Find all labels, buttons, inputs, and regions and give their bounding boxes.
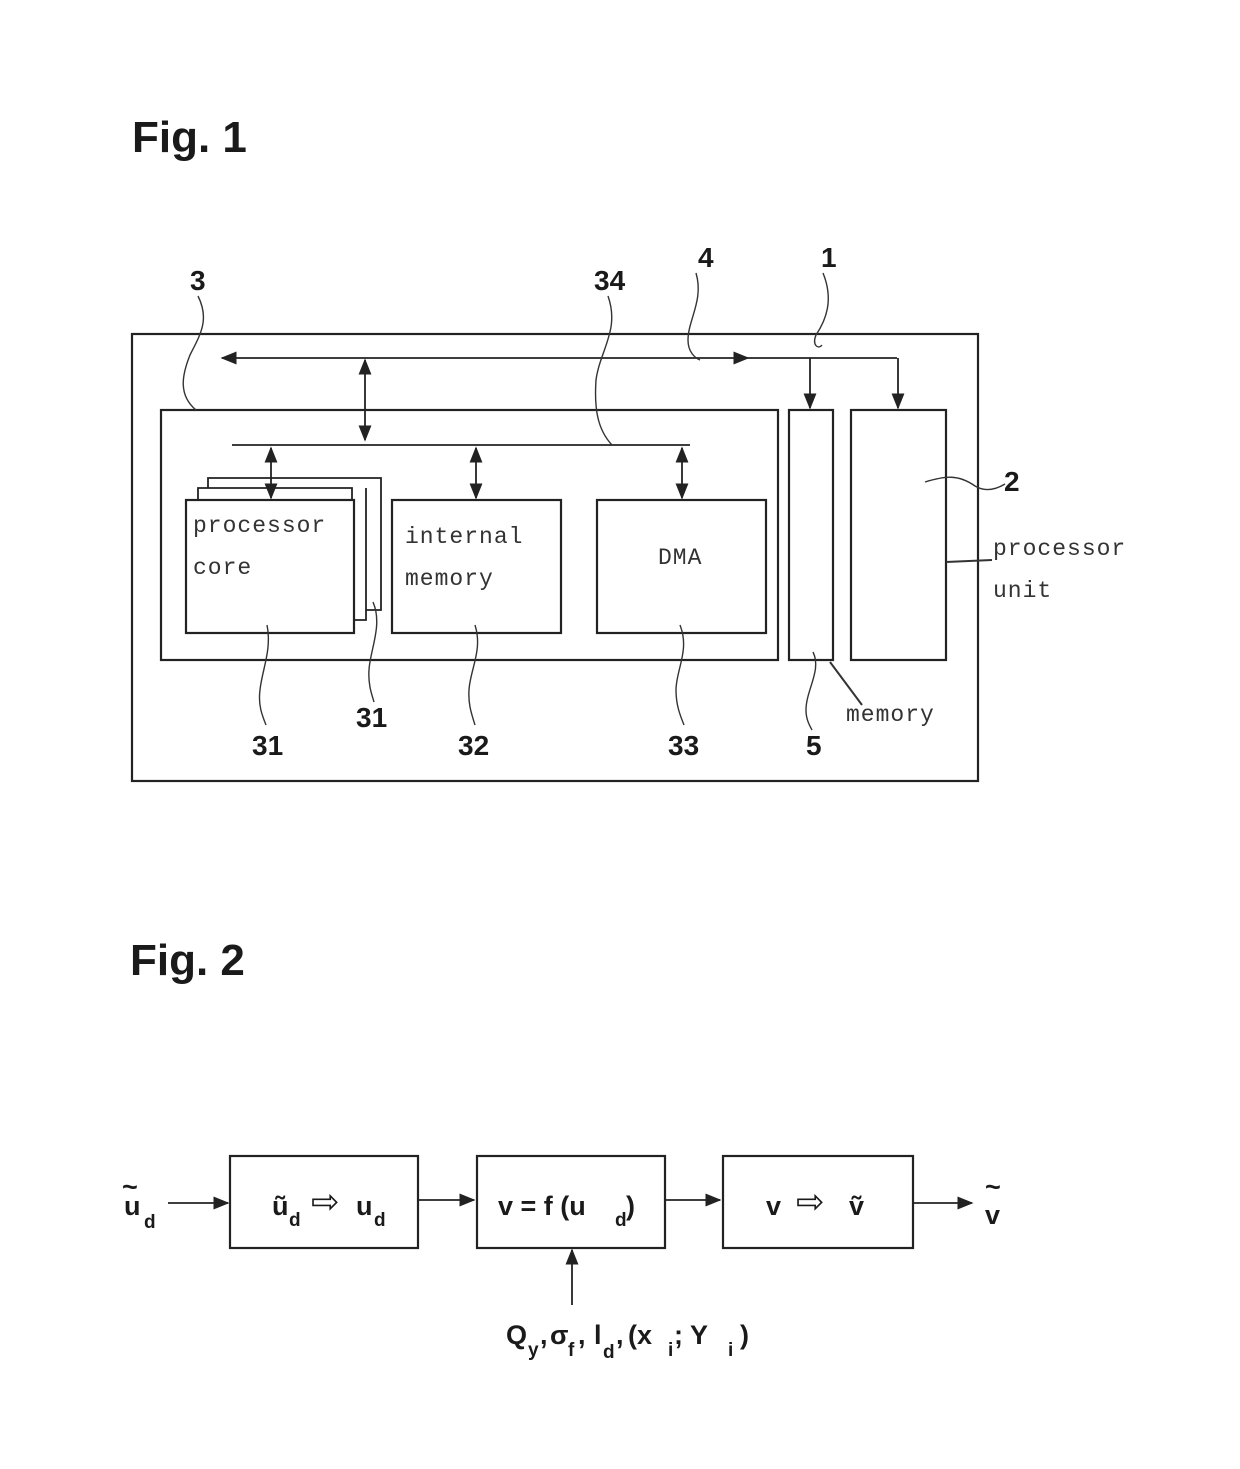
memory-label: memory — [846, 702, 935, 728]
memory-box — [787, 408, 835, 662]
ref-numeral-5: 5 — [806, 730, 822, 761]
param-pair-i2: i — [728, 1340, 733, 1361]
output-accent: ~ — [985, 1172, 1001, 1202]
param-pair-i: i — [668, 1340, 673, 1361]
ref-numeral-4: 4 — [698, 242, 714, 273]
dma-label: DMA — [658, 545, 702, 571]
ref-4-leader — [687, 272, 701, 361]
param-comma-1: , — [540, 1320, 548, 1350]
ref-2-leader — [924, 476, 1006, 491]
param-comma-3: , — [616, 1320, 624, 1350]
block1-to: u — [356, 1191, 373, 1221]
ref-numeral-33: 33 — [668, 730, 699, 761]
input-symbol: u — [124, 1191, 141, 1221]
ref-31-stack-leader — [368, 601, 378, 703]
memory-label-leader — [829, 661, 863, 706]
param-pair-open: (x — [628, 1320, 652, 1350]
param-pair-close: ) — [740, 1320, 749, 1350]
block3-to: ṽ — [849, 1191, 864, 1221]
block1-arrow-icon: ⇨ — [311, 1183, 340, 1221]
ref-numeral-34: 34 — [594, 265, 626, 296]
ref-34-leader — [594, 295, 613, 446]
processor-unit-label-line2: unit — [993, 578, 1052, 604]
param-comma-2: , — [578, 1320, 586, 1350]
ref-numeral-31-stack: 31 — [356, 702, 387, 733]
ref-numeral-32: 32 — [458, 730, 489, 761]
ref-numeral-3: 3 — [190, 265, 206, 296]
internal-memory-label-line2: memory — [405, 566, 494, 592]
ref-numeral-1: 1 — [821, 242, 837, 273]
block2-lhs: v = f (u — [498, 1191, 586, 1221]
param-sigma-sub: f — [568, 1340, 575, 1361]
processor-core-label-line2: core — [193, 555, 252, 581]
ref-3-leader — [182, 295, 205, 411]
output-symbol: v — [985, 1200, 1000, 1230]
ref-32-leader — [468, 624, 479, 726]
fig2-title: Fig. 2 — [130, 936, 245, 985]
ref-31-leader — [258, 624, 270, 726]
block3-from: v — [766, 1191, 781, 1221]
ref-numeral-31: 31 — [252, 730, 283, 761]
ref-1-leader — [813, 272, 829, 348]
block1-from-sub: d — [289, 1210, 301, 1231]
input-subscript: d — [144, 1212, 156, 1233]
block2-sub: d — [615, 1210, 627, 1231]
processor-unit-label-line1: processor — [993, 536, 1126, 562]
processor-unit-box — [849, 408, 948, 662]
processor-unit-label-leader — [945, 559, 993, 563]
param-pair-sep: ; Y — [674, 1320, 708, 1350]
ref-5-leader — [805, 651, 817, 731]
param-sigma: σ — [550, 1320, 568, 1350]
block1-to-sub: d — [374, 1210, 386, 1231]
param-q: Q — [506, 1320, 527, 1350]
block1-from: ũ — [272, 1191, 289, 1221]
param-l-sub: d — [603, 1342, 615, 1363]
ref-33-leader — [675, 624, 685, 726]
block2-rhs: ) — [626, 1191, 635, 1221]
internal-memory-label-line1: internal — [405, 524, 523, 550]
param-q-sub: y — [528, 1340, 539, 1361]
processor-core-label-line1: processor — [193, 513, 326, 539]
patent-drawing: Fig. 1 processor core internal memory DM… — [122, 113, 1126, 1363]
fig1-title: Fig. 1 — [132, 113, 247, 162]
ref-numeral-2: 2 — [1004, 466, 1020, 497]
param-l: l — [594, 1320, 602, 1350]
block3-arrow-icon: ⇨ — [796, 1183, 825, 1221]
